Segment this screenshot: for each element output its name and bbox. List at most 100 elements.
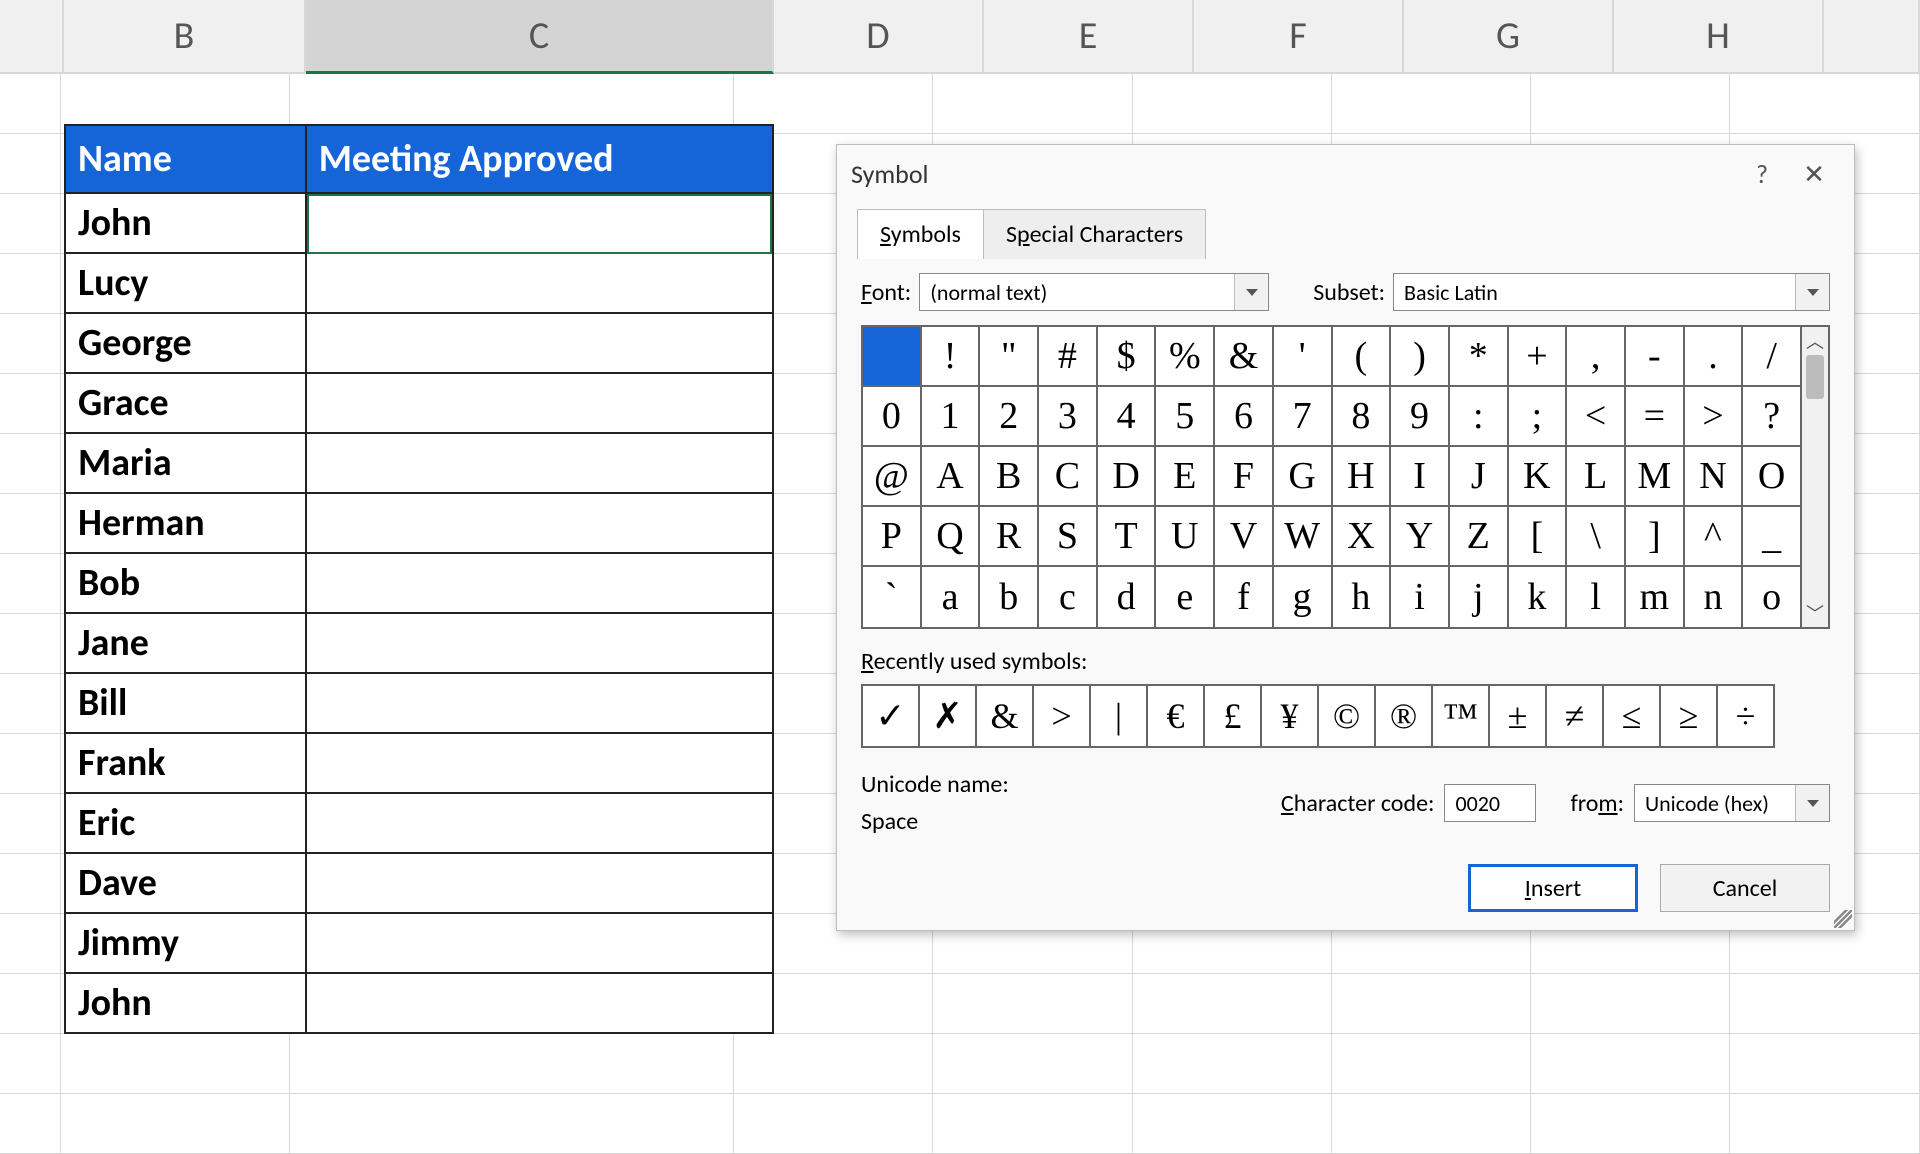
symbol-cell[interactable]: f: [1215, 567, 1274, 627]
symbol-cell[interactable]: ?: [1743, 387, 1802, 447]
col-header-d[interactable]: D: [774, 0, 984, 74]
symbol-cell[interactable]: e: [1156, 567, 1215, 627]
dialog-titlebar[interactable]: Symbol ? ✕: [837, 145, 1854, 195]
symbol-cell[interactable]: i: [1391, 567, 1450, 627]
symbol-cell[interactable]: b: [980, 567, 1039, 627]
symbol-cell[interactable]: D: [1098, 447, 1157, 507]
recent-symbol-cell[interactable]: ¥: [1262, 686, 1319, 746]
symbol-cell[interactable]: P: [863, 507, 922, 567]
cell-name[interactable]: Maria: [66, 434, 307, 494]
symbol-cell[interactable]: .: [1685, 327, 1744, 387]
table-row[interactable]: John: [66, 194, 772, 254]
cell-name[interactable]: Grace: [66, 374, 307, 434]
symbol-cell[interactable]: [863, 327, 922, 387]
symbol-cell[interactable]: -: [1626, 327, 1685, 387]
symbol-cell[interactable]: j: [1450, 567, 1509, 627]
table-row[interactable]: Lucy: [66, 254, 772, 314]
symbol-cell[interactable]: a: [922, 567, 981, 627]
symbol-cell[interactable]: Y: [1391, 507, 1450, 567]
symbol-cell[interactable]: E: [1156, 447, 1215, 507]
cell-approved[interactable]: [307, 974, 772, 1034]
recent-symbol-cell[interactable]: ≥: [1661, 686, 1718, 746]
symbol-cell[interactable]: Q: [922, 507, 981, 567]
symbol-cell[interactable]: ": [980, 327, 1039, 387]
symbol-cell[interactable]: A: [922, 447, 981, 507]
symbol-cell[interactable]: 2: [980, 387, 1039, 447]
table-row[interactable]: Eric: [66, 794, 772, 854]
table-row[interactable]: Bill: [66, 674, 772, 734]
symbol-cell[interactable]: O: [1743, 447, 1802, 507]
symbol-cell[interactable]: :: [1450, 387, 1509, 447]
symbol-cell[interactable]: &: [1215, 327, 1274, 387]
symbol-cell[interactable]: K: [1509, 447, 1568, 507]
table-row[interactable]: Maria: [66, 434, 772, 494]
symbol-cell[interactable]: ): [1391, 327, 1450, 387]
col-header-e[interactable]: E: [984, 0, 1194, 74]
from-select[interactable]: Unicode (hex): [1634, 784, 1830, 822]
font-select[interactable]: (normal text): [919, 273, 1269, 311]
table-row[interactable]: Bob: [66, 554, 772, 614]
recent-symbol-cell[interactable]: ®: [1376, 686, 1433, 746]
symbol-grid[interactable]: !"#$%&'()*+,-./0123456789:;<=>?@ABCDEFGH…: [861, 327, 1802, 627]
symbol-cell[interactable]: @: [863, 447, 922, 507]
scroll-up-icon[interactable]: ︿: [1802, 327, 1828, 355]
recent-symbol-cell[interactable]: ✓: [863, 686, 920, 746]
col-header-b[interactable]: B: [64, 0, 306, 74]
symbol-cell[interactable]: \: [1567, 507, 1626, 567]
cell-approved[interactable]: [307, 554, 772, 614]
cell-approved[interactable]: [307, 374, 772, 434]
subset-select[interactable]: Basic Latin: [1393, 273, 1830, 311]
tab-special-characters[interactable]: Special Characters: [983, 209, 1206, 259]
symbol-cell[interactable]: 9: [1391, 387, 1450, 447]
cell-approved[interactable]: [307, 794, 772, 854]
symbol-cell[interactable]: #: [1039, 327, 1098, 387]
symbol-cell[interactable]: J: [1450, 447, 1509, 507]
symbol-cell[interactable]: h: [1333, 567, 1392, 627]
symbol-cell[interactable]: H: [1333, 447, 1392, 507]
recent-symbol-cell[interactable]: ±: [1490, 686, 1547, 746]
col-header-h[interactable]: H: [1614, 0, 1824, 74]
table-row[interactable]: Jane: [66, 614, 772, 674]
table-row[interactable]: Jimmy: [66, 914, 772, 974]
recent-symbol-cell[interactable]: ÷: [1718, 686, 1775, 746]
chevron-down-icon[interactable]: [1795, 274, 1829, 310]
symbol-cell[interactable]: o: [1743, 567, 1802, 627]
table-row[interactable]: Grace: [66, 374, 772, 434]
symbol-cell[interactable]: l: [1567, 567, 1626, 627]
symbol-cell[interactable]: ^: [1685, 507, 1744, 567]
symbol-cell[interactable]: 1: [922, 387, 981, 447]
symbol-cell[interactable]: U: [1156, 507, 1215, 567]
symbol-cell[interactable]: G: [1274, 447, 1333, 507]
symbol-cell[interactable]: (: [1333, 327, 1392, 387]
cell-approved[interactable]: [307, 734, 772, 794]
symbol-cell[interactable]: V: [1215, 507, 1274, 567]
cell-name[interactable]: Dave: [66, 854, 307, 914]
symbol-cell[interactable]: L: [1567, 447, 1626, 507]
recent-symbol-cell[interactable]: €: [1148, 686, 1205, 746]
cell-name[interactable]: Herman: [66, 494, 307, 554]
cell-name[interactable]: John: [66, 194, 307, 254]
symbol-cell[interactable]: 0: [863, 387, 922, 447]
cell-name[interactable]: Lucy: [66, 254, 307, 314]
table-row[interactable]: Dave: [66, 854, 772, 914]
symbol-cell[interactable]: 5: [1156, 387, 1215, 447]
col-header-c[interactable]: C: [306, 0, 774, 74]
charcode-input[interactable]: 0020: [1444, 784, 1536, 822]
symbol-cell[interactable]: !: [922, 327, 981, 387]
scroll-down-icon[interactable]: ﹀: [1802, 599, 1828, 627]
symbol-cell[interactable]: T: [1098, 507, 1157, 567]
resize-grip-icon[interactable]: [1834, 910, 1852, 928]
symbol-cell[interactable]: ': [1274, 327, 1333, 387]
recent-symbol-cell[interactable]: ™: [1433, 686, 1490, 746]
symbol-cell[interactable]: X: [1333, 507, 1392, 567]
symbol-cell[interactable]: Z: [1450, 507, 1509, 567]
symbol-cell[interactable]: B: [980, 447, 1039, 507]
cell-name[interactable]: Bob: [66, 554, 307, 614]
cell-name[interactable]: Frank: [66, 734, 307, 794]
symbol-cell[interactable]: I: [1391, 447, 1450, 507]
cell-approved[interactable]: [307, 254, 772, 314]
cell-approved[interactable]: [307, 614, 772, 674]
close-button[interactable]: ✕: [1788, 154, 1840, 194]
symbol-cell[interactable]: C: [1039, 447, 1098, 507]
col-header-g[interactable]: G: [1404, 0, 1614, 74]
